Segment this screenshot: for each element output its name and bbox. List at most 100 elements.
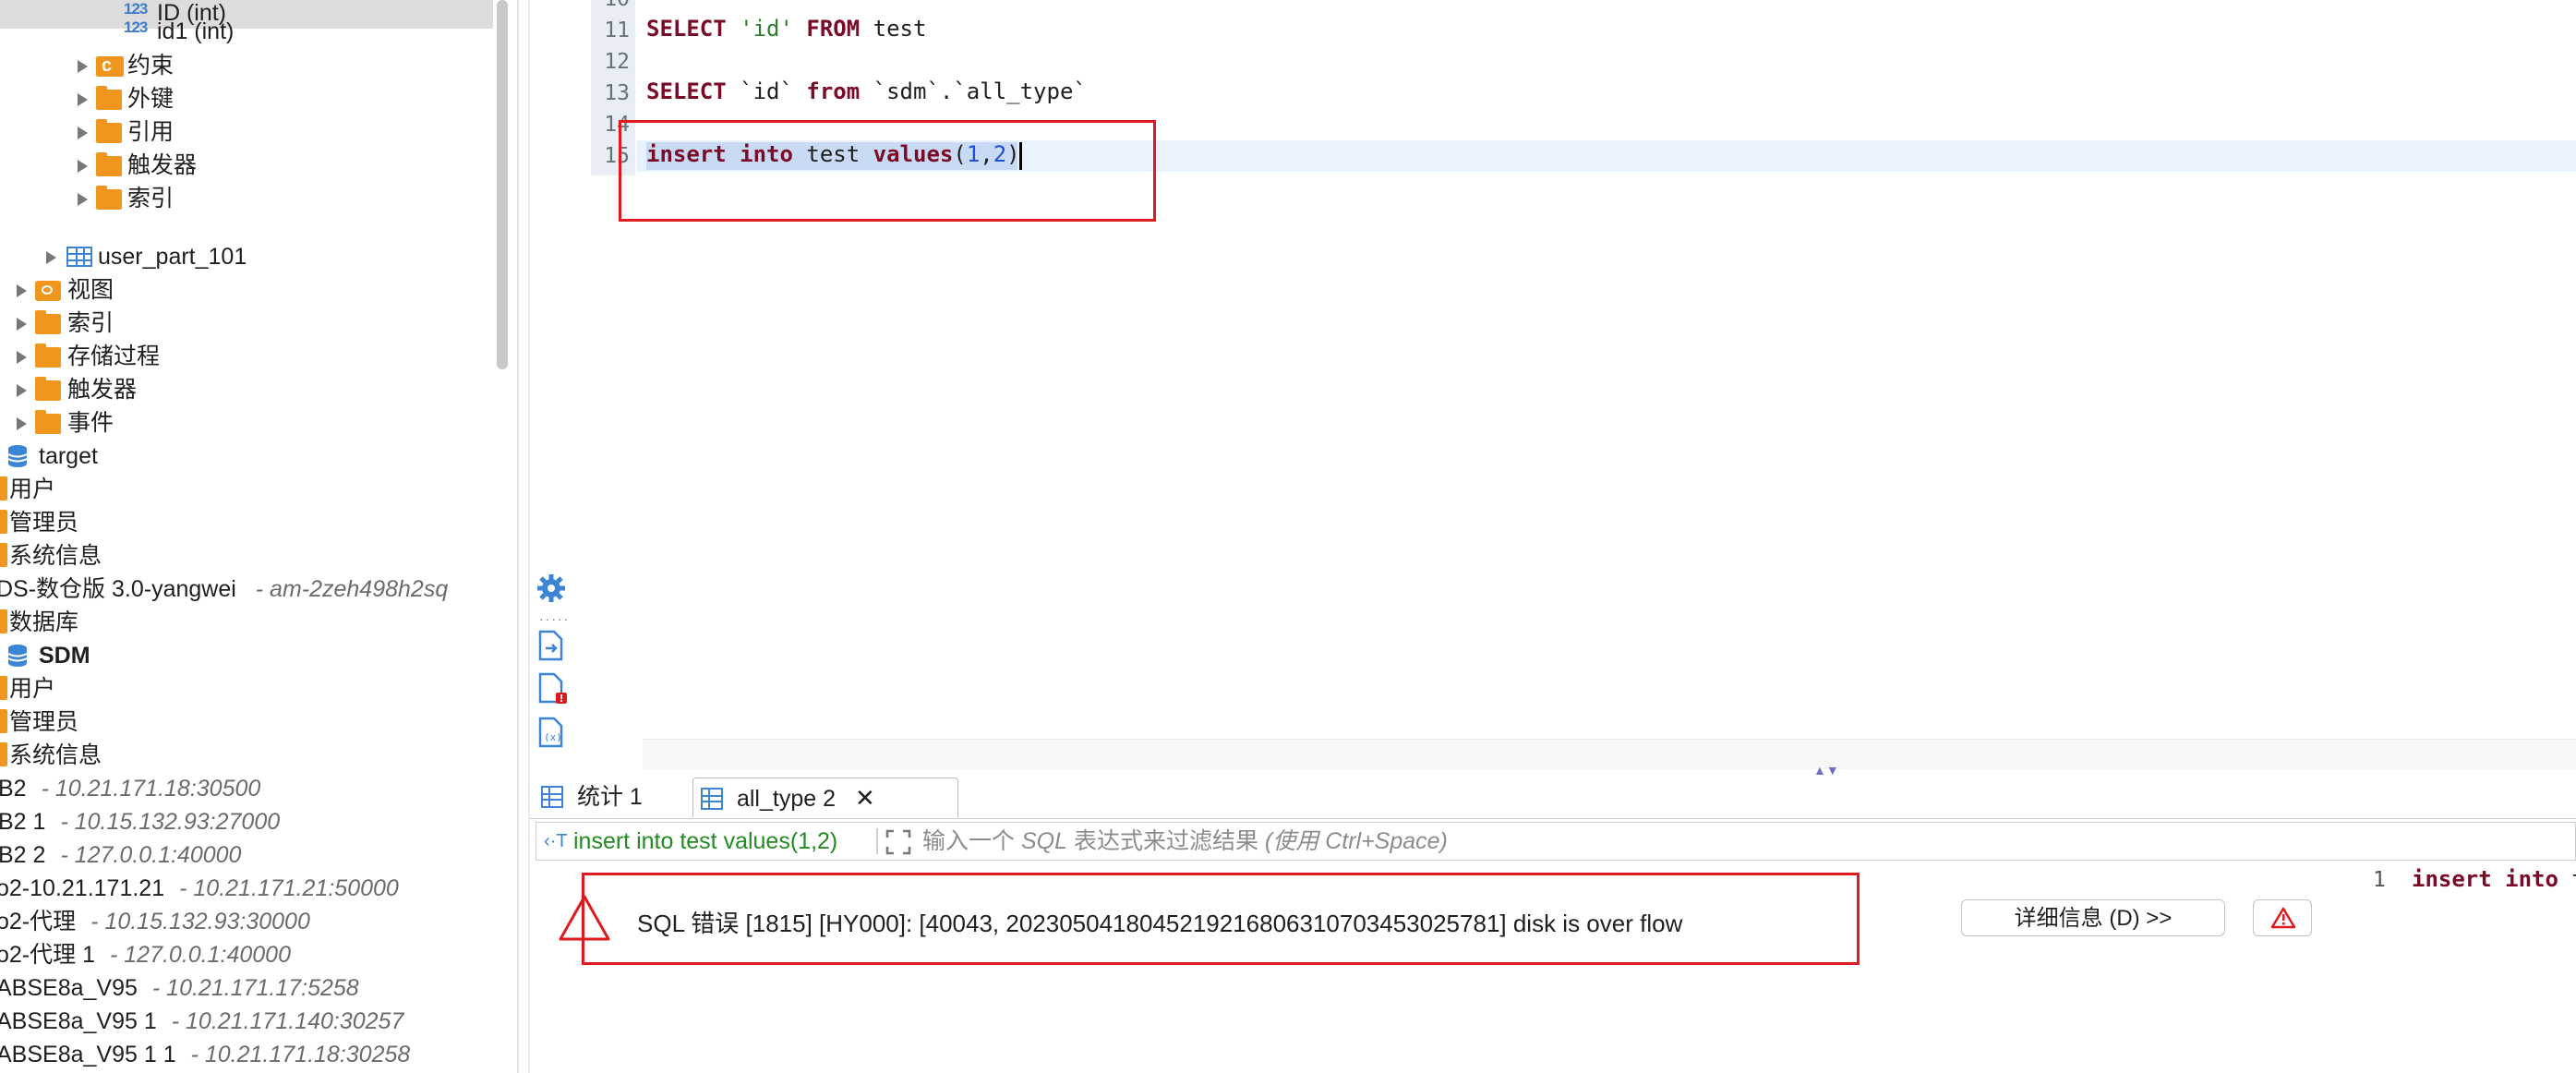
expand-arrow-icon[interactable] xyxy=(78,93,88,106)
tree-item-column-id1[interactable]: 123 id1 (int) xyxy=(0,16,493,47)
line-number: 11 xyxy=(604,18,630,42)
editor-horizontal-scrollbar[interactable] xyxy=(643,739,2576,769)
expand-arrow-icon[interactable] xyxy=(78,193,88,206)
gear-icon[interactable] xyxy=(536,573,567,604)
identifier-token: test xyxy=(873,16,927,42)
tree-item-admins-2[interactable]: 管理员 xyxy=(0,706,493,738)
expand-arrow-icon[interactable] xyxy=(17,351,27,364)
connection-name: B2 2 xyxy=(0,842,46,868)
identifier-token: `id` xyxy=(740,78,793,104)
identifier-token: `sdm`.`all_type` xyxy=(873,78,1087,104)
database-icon xyxy=(7,445,28,467)
tree-item-table-user-part-101[interactable]: user_part_101 xyxy=(0,241,493,272)
connection-name: ABSE8a_V95 1 1 xyxy=(0,1042,176,1067)
folder-icon xyxy=(0,609,7,633)
tree-item-procedures[interactable]: 存储过程 xyxy=(0,341,493,372)
tree-item-users-2[interactable]: 用户 xyxy=(0,673,493,705)
database-navigator: 123 ID (int) 123 id1 (int) 约束 外键 引用 触发器 … xyxy=(0,0,493,1073)
tree-item-connection[interactable]: ABSE8a_V95 - 10.21.171.17:5258 xyxy=(0,972,493,1004)
expand-arrow-icon[interactable] xyxy=(17,417,27,430)
error-log-button[interactable] xyxy=(2253,899,2312,936)
result-tabs: 统计 1 all_type 2 ✕ xyxy=(530,776,2576,819)
folder-icon xyxy=(96,152,122,176)
connection-name: o2-代理 xyxy=(0,909,77,934)
expand-icon[interactable] xyxy=(885,829,911,855)
annotation-box-error xyxy=(582,873,1860,965)
line-number: 13 xyxy=(604,81,630,105)
details-button[interactable]: 详细信息 (D) >> xyxy=(1961,899,2225,936)
view-folder-icon xyxy=(35,281,61,301)
expand-arrow-icon[interactable] xyxy=(46,251,56,264)
grid-icon xyxy=(541,786,563,808)
tree-item-views[interactable]: 视图 xyxy=(0,274,493,306)
panel-divider[interactable] xyxy=(517,0,519,1073)
database-icon xyxy=(7,645,28,667)
tree-item-db-sdm[interactable]: SDM xyxy=(0,640,493,671)
folder-icon xyxy=(35,344,61,368)
connection-host: - 10.21.171.18:30258 xyxy=(190,1042,411,1067)
folder-icon xyxy=(0,543,7,567)
folder-icon xyxy=(0,709,7,733)
code-line-13[interactable]: SELECT `id` from `sdm`.`all_type` xyxy=(646,76,1087,107)
constraints-folder-icon xyxy=(96,50,124,81)
expand-arrow-icon[interactable] xyxy=(17,384,27,397)
connection-host: - 10.15.132.93:30000 xyxy=(90,909,310,934)
tree-item-connection[interactable]: o2-10.21.171.21 - 10.21.171.21:50000 xyxy=(0,873,493,904)
tree-item-foreign-keys[interactable]: 外键 xyxy=(0,83,493,115)
tree-item-indexes[interactable]: 索引 xyxy=(0,183,493,214)
tree-item-references[interactable]: 引用 xyxy=(0,116,493,148)
column-number-icon: 123 xyxy=(124,18,148,36)
table-icon xyxy=(66,247,92,267)
keyword-token: from xyxy=(806,78,861,104)
tree-item-databases[interactable]: 数据库 xyxy=(0,607,493,638)
tree-item-connection[interactable]: B2 1 - 10.15.132.93:27000 xyxy=(0,806,493,838)
code-line-11[interactable]: SELECT 'id' FROM test xyxy=(646,13,926,44)
navigator-scrollbar[interactable] xyxy=(497,0,508,369)
filter-query-text[interactable]: insert into test values(1,2) xyxy=(573,823,837,860)
export-file-icon[interactable] xyxy=(537,630,565,661)
warning-icon xyxy=(2270,907,2296,929)
tree-item-users[interactable]: 用户 xyxy=(0,474,493,505)
tree-item-connection[interactable]: B2 2 - 127.0.0.1:40000 xyxy=(0,839,493,871)
folder-icon xyxy=(0,476,7,500)
expand-arrow-icon[interactable] xyxy=(78,127,88,139)
tree-item-indexes-db[interactable]: 索引 xyxy=(0,307,493,339)
connection-name: ABSE8a_V95 xyxy=(0,975,138,1001)
svg-text:(x): (x) xyxy=(544,731,562,743)
tree-item-connection[interactable]: B2 - 10.21.171.18:30500 xyxy=(0,773,493,804)
tree-item-triggers[interactable]: 触发器 xyxy=(0,150,493,181)
filter-input[interactable]: 输入一个 SQL 表达式来过滤结果 (使用 Ctrl+Space) xyxy=(922,823,1448,860)
tree-item-db-target[interactable]: target xyxy=(0,440,493,472)
tree-item-constraints[interactable]: 约束 xyxy=(0,50,493,81)
tree-item-events[interactable]: 事件 xyxy=(0,407,493,439)
sql-text-icon: ‹·T xyxy=(544,831,568,851)
tree-item-admins[interactable]: 管理员 xyxy=(0,507,493,538)
connection-host: - 10.21.171.21:50000 xyxy=(179,875,399,901)
tree-item-connection[interactable]: DS-数仓版 3.0-yangwei - am-2zeh498h2sq xyxy=(0,573,493,605)
tree-item-system-info[interactable]: 系统信息 xyxy=(0,540,493,572)
string-token: 'id' xyxy=(740,16,793,42)
tree-item-system-info-2[interactable]: 系统信息 xyxy=(0,740,493,771)
tree-item-connection[interactable]: ABSE8a_V95 1 1 - 10.21.171.18:30258 xyxy=(0,1039,493,1070)
tab-statistics[interactable]: 统计 1 xyxy=(541,778,680,816)
close-icon[interactable]: ✕ xyxy=(855,784,875,812)
folder-icon xyxy=(35,377,61,401)
tab-all-type-2[interactable]: all_type 2 ✕ xyxy=(692,778,958,817)
error-log-icon[interactable] xyxy=(537,672,569,705)
keyword-token: FROM xyxy=(806,16,861,42)
separator xyxy=(876,828,878,854)
expand-arrow-icon[interactable] xyxy=(17,318,27,331)
variables-file-icon[interactable]: (x) xyxy=(537,717,565,748)
tree-item-triggers-db[interactable]: 触发器 xyxy=(0,374,493,405)
folder-icon xyxy=(96,119,122,143)
tree-item-connection[interactable]: o2-代理 1 - 127.0.0.1:40000 xyxy=(0,939,493,971)
tree-item-connection[interactable]: o2-代理 - 10.15.132.93:30000 xyxy=(0,906,493,937)
connection-name: B2 1 xyxy=(0,809,46,835)
expand-arrow-icon[interactable] xyxy=(78,60,88,73)
toolbar-separator-icon: ····· xyxy=(539,611,571,626)
expand-arrow-icon[interactable] xyxy=(78,160,88,173)
tree-item-connection[interactable]: ABSE8a_V95 1 - 10.21.171.140:30257 xyxy=(0,1006,493,1037)
folder-icon xyxy=(0,742,7,766)
expand-arrow-icon[interactable] xyxy=(17,284,27,297)
executed-sql-preview: insert into t xyxy=(2412,866,2576,892)
